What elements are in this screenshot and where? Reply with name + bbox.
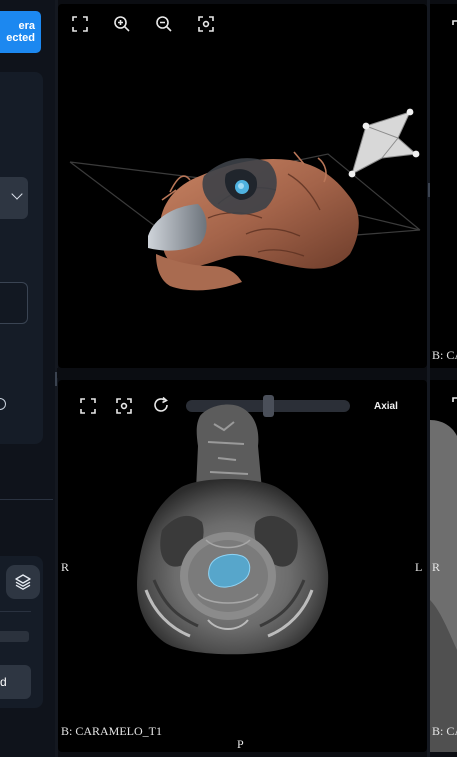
left-sidebar: era ected d [0,0,57,757]
sidebar-action-label: d [0,675,7,689]
series-label: B: CARAMELO_T1 [61,724,163,738]
settings-input[interactable] [0,282,28,324]
horizontal-splitter[interactable] [57,368,457,378]
camera-button[interactable]: era ected [0,11,41,53]
orientation-widget [348,108,420,178]
settings-panel [0,72,43,444]
layers-button[interactable] [6,565,40,599]
fullscreen-icon[interactable] [451,19,457,37]
mri-slice [137,404,329,655]
viewport-axial[interactable]: Axial R L P B: CARAMELO_T1 [58,380,427,752]
series-label: B: CA [432,348,457,362]
series-label: B: CA [432,724,457,738]
camera-button-label: era ected [6,20,35,44]
orientation-left: R [61,560,70,574]
viewport-3d[interactable] [58,4,427,368]
opacity-bar[interactable] [0,631,29,642]
orientation-right: L [415,560,423,574]
divider [0,499,53,500]
orientation-left: R [432,560,441,574]
layers-icon [15,574,31,590]
divider [0,611,31,612]
viewport-right-top[interactable]: B: CA [430,4,457,368]
sidebar-action-button[interactable]: d [0,665,31,699]
settings-select[interactable] [0,177,28,219]
orientation-bottom: P [237,737,244,751]
volume-render [69,108,421,291]
chevron-down-icon [11,188,23,200]
viewport-right-bottom[interactable]: R B: CA [430,380,457,752]
